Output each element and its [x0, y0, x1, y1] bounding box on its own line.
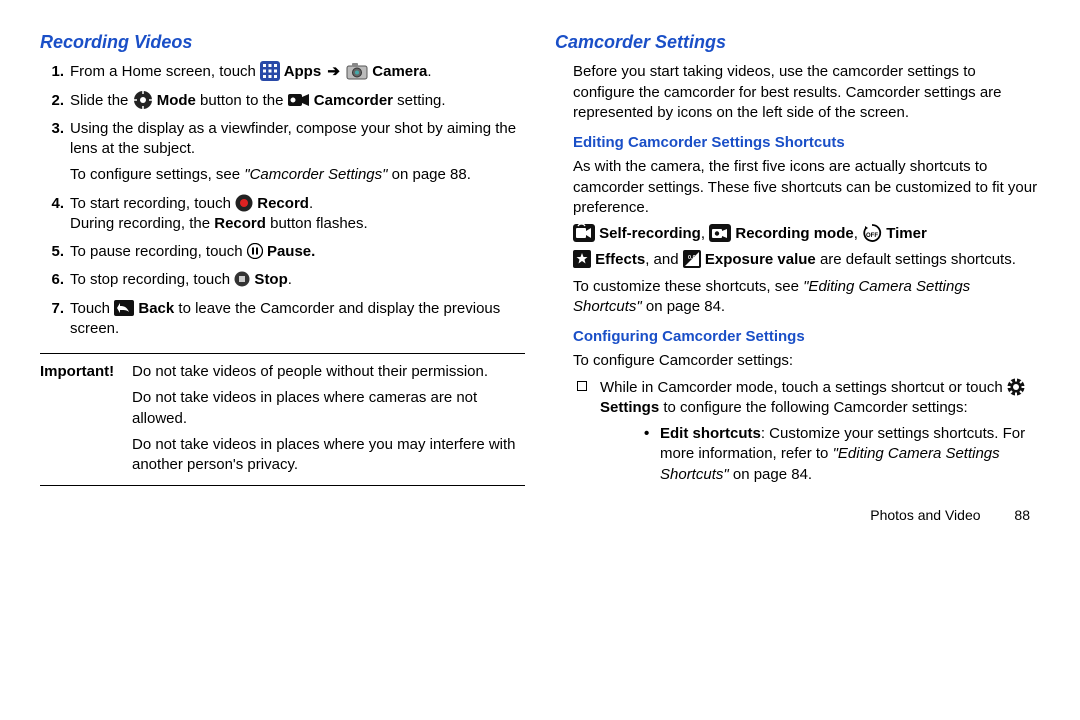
- shortcut-icons-line1: Self-recording, Recording mode, OFF Time…: [555, 224, 1040, 244]
- step-6: 6. To stop recording, touch Stop.: [70, 270, 525, 290]
- stop-label: Stop: [250, 271, 288, 288]
- back-label: Back: [134, 300, 174, 317]
- camera-label: Camera: [368, 63, 427, 80]
- section-title-recording: Recording Videos: [40, 30, 525, 54]
- recording-mode-label: Recording mode: [731, 225, 854, 242]
- step5-a: To pause recording, touch: [70, 243, 247, 260]
- settings-icon: [1007, 378, 1025, 396]
- section-title-camcorder: Camcorder Settings: [555, 30, 1040, 54]
- subtitle-editing-shortcuts: Editing Camcorder Settings Shortcuts: [555, 133, 1040, 153]
- line2-end: are default settings shortcuts.: [816, 251, 1016, 268]
- pause-label: Pause.: [263, 243, 316, 260]
- comma1: ,: [701, 225, 709, 242]
- record-icon: [235, 194, 253, 212]
- camcorder-intro: Before you start taking videos, use the …: [555, 62, 1040, 123]
- step3-b1: To configure settings, see: [70, 166, 244, 183]
- step2-c: setting.: [393, 92, 446, 109]
- square-bullet-icon: [577, 381, 587, 391]
- p3b: on page 84.: [642, 298, 725, 315]
- steps-list: 1. From a Home screen, touch Apps ➔ Came…: [40, 62, 525, 339]
- step3-ref: To configure settings, see "Camcorder Se…: [70, 165, 525, 185]
- self-recording-icon: [573, 224, 595, 242]
- step4-c1: During recording, the: [70, 215, 214, 232]
- important-block: Important! Do not take videos of people …: [40, 353, 525, 486]
- step6-a: To stop recording, touch: [70, 271, 234, 288]
- timer-icon: OFF: [862, 223, 882, 243]
- step-7: 7. Touch Back to leave the Camcorder and…: [70, 299, 525, 340]
- page-body: Recording Videos 1. From a Home screen, …: [40, 30, 1040, 486]
- camcorder-label: Camcorder: [310, 92, 393, 109]
- footer-section: Photos and Video: [870, 507, 980, 523]
- step-4: 4. To start recording, touch Record. Dur…: [70, 194, 525, 235]
- step4-a: To start recording, touch: [70, 195, 235, 212]
- apps-icon: [260, 61, 280, 81]
- back-icon: [114, 300, 134, 316]
- edit-shortcuts-lead: Edit shortcuts: [660, 425, 761, 442]
- step1-text-a: From a Home screen, touch: [70, 63, 260, 80]
- record-label: Record: [253, 195, 309, 212]
- important-l1: Do not take videos of people without the…: [132, 363, 488, 380]
- page-footer: Photos and Video 88: [40, 506, 1040, 525]
- p3a: To customize these shortcuts, see: [573, 278, 803, 295]
- step-1: 1. From a Home screen, touch Apps ➔ Came…: [70, 62, 525, 82]
- important-lead: Important!: [40, 362, 114, 382]
- right-column: Camcorder Settings Before you start taki…: [555, 30, 1040, 486]
- svg-text:0.0: 0.0: [688, 255, 696, 261]
- footer-page-number: 88: [1014, 506, 1030, 525]
- settings-label: Settings: [600, 399, 659, 416]
- dot-bullet-icon: •: [644, 424, 649, 444]
- stop-icon: [234, 271, 250, 287]
- step7-a: Touch: [70, 300, 114, 317]
- exposure-icon: 0.0: [683, 250, 701, 268]
- step3-b2: on page 88.: [387, 166, 470, 183]
- configuring-p1: To configure Camcorder settings:: [555, 351, 1040, 371]
- mode-dial-icon: [133, 90, 153, 110]
- left-column: Recording Videos 1. From a Home screen, …: [40, 30, 525, 486]
- customize-ref: To customize these shortcuts, see "Editi…: [555, 277, 1040, 318]
- camera-icon: [346, 62, 368, 80]
- mode-label: Mode: [153, 92, 196, 109]
- important-line-1: Important! Do not take videos of people …: [40, 362, 525, 382]
- shortcut-icons-line2: Effects, and 0.0 Exposure value are defa…: [555, 250, 1040, 270]
- camcorder-icon: [288, 92, 310, 108]
- step2-a: Slide the: [70, 92, 133, 109]
- comma2: ,: [854, 225, 862, 242]
- subtitle-configuring: Configuring Camcorder Settings: [555, 327, 1040, 347]
- step3-ref-text: "Camcorder Settings": [244, 166, 387, 183]
- bullet-b: to configure the following Camcorder set…: [659, 399, 968, 416]
- step-2: 2. Slide the Mode button to the Camcorde…: [70, 91, 525, 111]
- editing-shortcuts-p1: As with the camera, the first five icons…: [555, 157, 1040, 218]
- step4-note: During recording, the Record button flas…: [70, 214, 525, 234]
- effects-icon: [573, 250, 591, 268]
- step3-a: Using the display as a viewfinder, compo…: [70, 119, 525, 160]
- step4-b: .: [309, 195, 313, 212]
- important-l2: Do not take videos in places where camer…: [40, 388, 525, 429]
- svg-text:OFF: OFF: [866, 233, 878, 239]
- recording-mode-icon: [709, 224, 731, 242]
- bullet-a: While in Camcorder mode, touch a setting…: [600, 379, 1007, 396]
- apps-label: Apps: [280, 63, 325, 80]
- step6-b: .: [288, 271, 292, 288]
- subbullet-b: on page 84.: [729, 466, 812, 483]
- sub-bullet-edit: • Edit shortcuts: Customize your setting…: [600, 424, 1040, 485]
- and-text: , and: [645, 251, 683, 268]
- timer-label: Timer: [882, 225, 927, 242]
- record-label-2: Record: [214, 215, 266, 232]
- exposure-label: Exposure value: [701, 251, 816, 268]
- self-recording-label: Self-recording: [595, 225, 701, 242]
- main-bullet: While in Camcorder mode, touch a setting…: [555, 378, 1040, 485]
- effects-label: Effects: [591, 251, 645, 268]
- arrow-icon: ➔: [325, 63, 342, 80]
- step-5: 5. To pause recording, touch Pause.: [70, 242, 525, 262]
- step2-b: button to the: [196, 92, 288, 109]
- step1-end: .: [427, 63, 431, 80]
- important-l3: Do not take videos in places where you m…: [40, 435, 525, 476]
- step4-c2: button flashes.: [266, 215, 368, 232]
- pause-icon: [247, 243, 263, 259]
- step-3: 3. Using the display as a viewfinder, co…: [70, 119, 525, 186]
